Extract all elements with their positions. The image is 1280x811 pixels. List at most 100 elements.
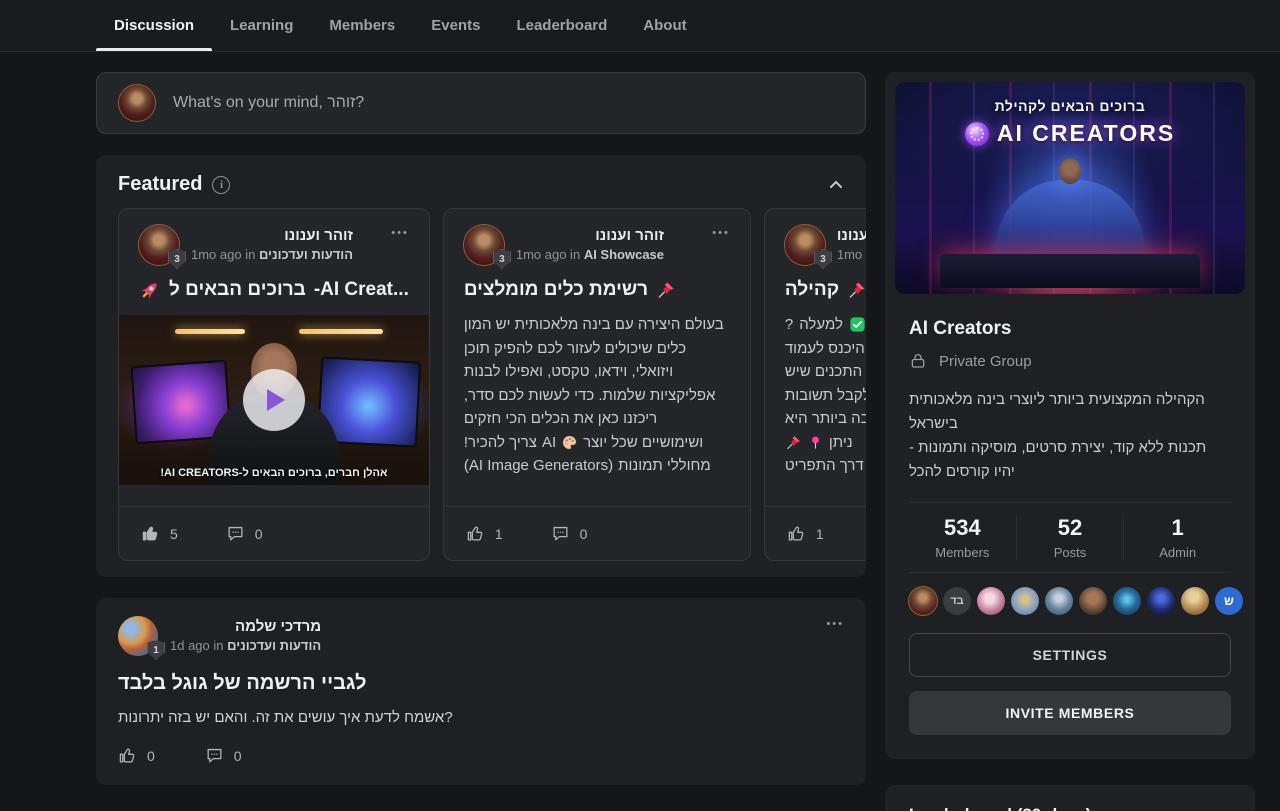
post-meta: 1mo ago in הודעות ועדכונים	[191, 247, 353, 262]
member-avatar[interactable]	[1113, 587, 1141, 615]
like-button[interactable]: 1	[787, 524, 824, 543]
play-button[interactable]	[243, 369, 305, 431]
member-avatar[interactable]: ש	[1215, 587, 1243, 615]
banner-brand-text: AI CREATORS	[997, 120, 1175, 147]
sidebar-column: ברוכים הבאים לקהילת AI CREATORS AI Creat…	[885, 72, 1255, 811]
group-info-card: ברוכים הבאים לקהילת AI CREATORS AI Creat…	[885, 72, 1255, 759]
settings-button[interactable]: SETTINGS	[909, 633, 1231, 677]
comment-button[interactable]: 0	[226, 524, 263, 543]
collapse-featured-button[interactable]	[828, 177, 844, 193]
more-options-icon[interactable]: •••	[826, 616, 844, 630]
video-thumbnail[interactable]: אהלן חברים, ברוכים הבאים ל-AI CREATORS!	[119, 315, 429, 485]
comment-count: 0	[234, 748, 242, 764]
level-badge: 1	[147, 640, 165, 660]
feed-post[interactable]: 1 מרדכי שלמה 1d ago in הודעות ועדכונים •…	[96, 598, 866, 785]
stat-posts: 52 Posts	[1016, 515, 1124, 560]
member-avatar[interactable]: בד	[943, 587, 971, 615]
pushpin-icon	[656, 280, 676, 300]
post-title[interactable]: רשימת כלים מומלצים	[464, 279, 730, 301]
tab-leaderboard[interactable]: Leaderboard	[498, 0, 625, 51]
top-navigation: Discussion Learning Members Events Leade…	[0, 0, 1280, 52]
tab-learning[interactable]: Learning	[212, 0, 311, 51]
banner-figure-head	[1059, 158, 1081, 184]
category-link[interactable]: הודעות ועדכונים	[259, 247, 353, 262]
check-icon	[849, 316, 866, 333]
author-name[interactable]: זוהר וענונו	[191, 227, 353, 244]
post-title[interactable]: קהילה	[785, 279, 866, 301]
invite-members-button[interactable]: INVITE MEMBERS	[909, 691, 1231, 735]
like-button[interactable]: 0	[118, 746, 155, 765]
info-icon[interactable]: i	[212, 176, 230, 194]
post-body: אשמח לדעת איך עושים את זה. והאם יש בזה י…	[118, 709, 844, 726]
member-avatar[interactable]	[909, 587, 937, 615]
more-options-icon[interactable]: •••	[712, 225, 730, 239]
like-count: 1	[495, 526, 503, 542]
author-avatar[interactable]: 3	[785, 225, 825, 265]
like-count: 5	[170, 526, 178, 542]
studio-light	[299, 329, 383, 334]
group-description: הקהילה המקצועית ביותר ליוצרי בינה מלאכות…	[909, 388, 1231, 484]
featured-card-welcome[interactable]: 3 זוהר וענונו 1mo ago in הודעות ועדכונים…	[118, 208, 430, 561]
tab-about[interactable]: About	[625, 0, 704, 51]
author-avatar[interactable]: 3	[139, 225, 179, 265]
palette-icon	[561, 434, 578, 451]
post-title[interactable]: ברוכים הבאים ל-AI Creat...	[139, 279, 409, 301]
tab-events[interactable]: Events	[413, 0, 498, 51]
featured-card-community[interactable]: 3 זוהר וענונו 1mo קהילה	[764, 208, 866, 561]
author-avatar[interactable]: 3	[464, 225, 504, 265]
author-name[interactable]: זוהר וענונו	[516, 227, 664, 244]
group-name: AI Creators	[909, 318, 1231, 340]
post-composer[interactable]: What's on your mind, זוהר?	[96, 72, 866, 134]
comment-count: 0	[255, 526, 263, 542]
banner-welcome-text: ברוכים הבאים לקהילת	[895, 98, 1245, 114]
comment-count: 0	[580, 526, 588, 542]
tab-discussion[interactable]: Discussion	[96, 0, 212, 51]
feed-column: What's on your mind, זוהר? Featured i	[96, 72, 866, 785]
comment-button[interactable]: 0	[551, 524, 588, 543]
thumbs-up-icon	[118, 746, 137, 765]
more-options-icon[interactable]: •••	[391, 225, 409, 239]
author-name[interactable]: מרדכי שלמה	[170, 618, 321, 635]
stat-admin: 1 Admin	[1123, 515, 1231, 560]
member-avatar[interactable]	[1045, 587, 1073, 615]
member-avatar[interactable]	[1011, 587, 1039, 615]
comment-button[interactable]: 0	[205, 746, 242, 765]
composer-placeholder: What's on your mind, זוהר?	[173, 94, 364, 112]
member-avatars-row: בד ש	[885, 573, 1255, 621]
current-user-avatar	[119, 85, 155, 121]
level-badge: 3	[168, 249, 186, 269]
post-meta: 1mo ago in AI Showcase	[516, 247, 664, 262]
banner-desk	[940, 254, 1200, 288]
author-name[interactable]: זוהר וענונו	[837, 227, 866, 244]
brain-icon	[965, 122, 989, 146]
post-body: בעולם היצירה עם בינה מלאכותית יש המון כל…	[464, 313, 730, 478]
chevron-up-icon	[828, 177, 844, 193]
featured-carousel: 3 זוהר וענונו 1mo ago in הודעות ועדכונים…	[96, 208, 866, 561]
member-avatar[interactable]	[977, 587, 1005, 615]
like-count: 1	[816, 526, 824, 542]
stat-members: 534 Members	[909, 515, 1016, 560]
thumbs-up-icon	[466, 524, 485, 543]
post-meta: 1d ago in הודעות ועדכונים	[170, 638, 321, 653]
privacy-label: Private Group	[939, 353, 1032, 370]
post-title[interactable]: לגביי הרשמה של גוגל בלבד	[118, 672, 844, 695]
author-avatar[interactable]: 1	[118, 616, 158, 656]
tab-members[interactable]: Members	[311, 0, 413, 51]
group-banner-image[interactable]: ברוכים הבאים לקהילת AI CREATORS	[895, 82, 1245, 294]
member-avatar[interactable]	[1147, 587, 1175, 615]
lock-icon	[909, 352, 927, 370]
like-button[interactable]: 1	[466, 524, 503, 543]
category-link[interactable]: AI Showcase	[584, 247, 664, 262]
like-button[interactable]: 5	[141, 524, 178, 543]
leaderboard-title: Leaderboard (30-days)	[909, 805, 1231, 811]
group-stats: 534 Members 52 Posts 1 Admin	[909, 502, 1231, 573]
member-avatar[interactable]	[1079, 587, 1107, 615]
category-link[interactable]: הודעות ועדכונים	[227, 638, 321, 653]
video-caption: אהלן חברים, ברוכים הבאים ל-AI CREATORS!	[119, 467, 429, 479]
play-icon	[267, 389, 285, 411]
featured-title: Featured	[118, 173, 202, 196]
comment-icon	[205, 746, 224, 765]
level-badge: 3	[814, 249, 832, 269]
featured-card-tools[interactable]: 3 זוהר וענונו 1mo ago in AI Showcase •••…	[443, 208, 751, 561]
member-avatar[interactable]	[1181, 587, 1209, 615]
